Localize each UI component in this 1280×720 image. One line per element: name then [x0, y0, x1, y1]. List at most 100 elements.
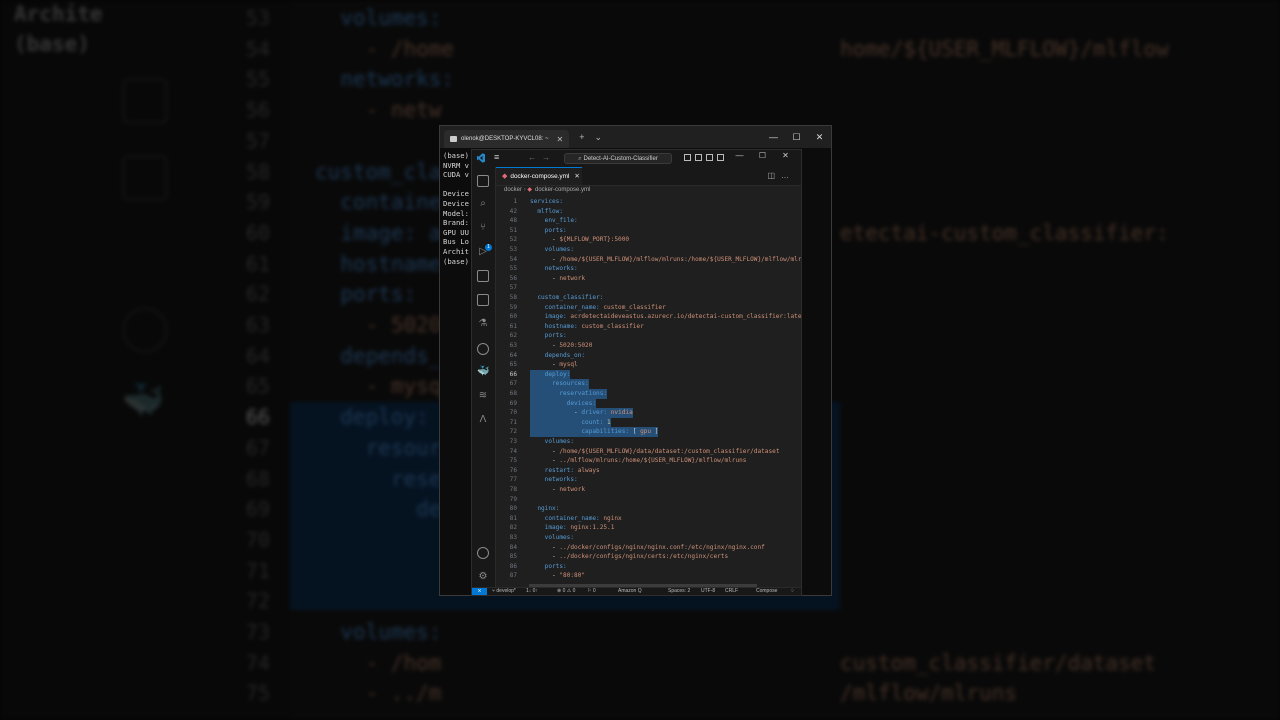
code-line[interactable]: 60 image: acrdetectaideveastus.azurecr.i… — [496, 312, 801, 322]
toggle-sidebar-icon[interactable] — [684, 154, 691, 161]
code-line[interactable]: 42 mlflow: — [496, 207, 801, 217]
back-arrow-icon[interactable]: ← — [528, 153, 536, 162]
sync-indicator[interactable]: 1↓ 0↑ — [526, 588, 538, 595]
code-line[interactable]: 52 - ${MLFLOW_PORT}:5000 — [496, 235, 801, 245]
code-text: services: — [530, 197, 563, 207]
code-token: - — [530, 236, 560, 244]
source-control-icon[interactable]: ⑂ — [477, 222, 489, 234]
notifications-bell-icon[interactable]: ♢ — [790, 588, 794, 595]
terminal-tab[interactable]: olenok@DESKTOP-KYVCL08: ~ ✕ — [444, 130, 570, 148]
code-line[interactable]: 72 capabilities: [ gpu ] — [496, 427, 801, 437]
docker-icon[interactable]: 🐳 — [477, 366, 489, 378]
testing-flask-icon[interactable]: ⚗ — [477, 318, 489, 330]
breadcrumb-file[interactable]: docker-compose.yml — [535, 187, 590, 193]
code-line[interactable]: 54 - /home/${USER_MLFLOW}/mlflow/mlruns:… — [496, 255, 801, 265]
code-line[interactable]: 66 deploy: — [496, 369, 801, 380]
code-line[interactable]: 53 volumes: — [496, 245, 801, 255]
code-token: ports: — [530, 332, 567, 340]
code-line[interactable]: 51 ports: — [496, 226, 801, 236]
editor-actions[interactable]: ◫… — [767, 171, 795, 180]
code-line[interactable]: 77 networks: — [496, 475, 801, 485]
code-line[interactable]: 56 - network — [496, 274, 801, 284]
code-line[interactable]: 65 - mysql — [496, 360, 801, 370]
code-line[interactable]: 75 - ../mlflow/mlruns:/home/${USER_MLFLO… — [496, 456, 801, 466]
code-line[interactable]: 81 container_name: nginx — [496, 514, 801, 524]
toggle-panel-icon[interactable] — [695, 154, 702, 161]
problems-indicator[interactable]: ⊗ 0 ⚠ 0 — [557, 588, 575, 595]
code-line[interactable]: 1 services: — [496, 197, 801, 207]
code-line[interactable]: 76 restart: always — [496, 466, 801, 476]
close-button[interactable]: ✕ — [808, 132, 831, 143]
ports-indicator[interactable]: ⚐ 0 — [587, 588, 596, 595]
code-line[interactable]: 68 reservations: — [496, 389, 801, 399]
settings-gear-icon[interactable]: ⚙ — [477, 571, 489, 583]
code-line[interactable]: 85 - ../docker/configs/nginx/certs:/etc/… — [496, 552, 801, 562]
line-number: 56 — [509, 274, 517, 282]
code-line[interactable]: 58 custom_classifier: — [496, 293, 801, 303]
minimize-button[interactable]: — — [728, 151, 751, 160]
code-line[interactable]: 82 image: nginx:1.25.1 — [496, 523, 801, 533]
code-line[interactable]: 48 env_file: — [496, 216, 801, 226]
forward-arrow-icon[interactable]: → — [542, 153, 550, 162]
branch-indicator[interactable]: ⑂ develop* — [492, 588, 516, 595]
close-icon[interactable]: ✕ — [574, 173, 579, 180]
code-line[interactable]: 87 - "80:80" — [496, 571, 801, 581]
code-line[interactable]: 55 networks: — [496, 264, 801, 274]
code-line[interactable]: 78 - network — [496, 485, 801, 495]
close-button[interactable]: ✕ — [774, 151, 797, 160]
line-number: 58 — [509, 294, 517, 301]
code-line[interactable]: 59 container_name: custom_classifier — [496, 303, 801, 313]
code-line[interactable]: 83 volumes: — [496, 533, 801, 543]
encoding-indicator[interactable]: UTF-8 — [701, 588, 715, 595]
account-icon[interactable] — [477, 547, 489, 559]
azure-icon[interactable]: Λ — [477, 414, 489, 426]
gitlens-icon[interactable] — [477, 343, 489, 355]
code-line[interactable]: 61 hostname: custom_classifier — [496, 322, 801, 332]
explorer-icon[interactable] — [477, 175, 489, 187]
code-line[interactable]: 79 — [496, 495, 801, 505]
chevron-down-icon[interactable]: ⌄ — [595, 132, 603, 143]
breadcrumb[interactable]: docker › ◆ docker-compose.yml — [504, 186, 590, 193]
close-icon[interactable]: ✕ — [557, 135, 564, 144]
code-line[interactable]: 69 devices: — [496, 398, 801, 409]
code-token: driver: — [581, 409, 611, 417]
code-line[interactable]: 63 - 5020:5020 — [496, 341, 801, 351]
code-line[interactable]: 74 - /home/${USER_MLFLOW}/data/dataset:/… — [496, 447, 801, 457]
extensions-icon[interactable] — [477, 270, 489, 282]
code-line[interactable]: 71 count: 1 — [496, 417, 801, 428]
amazon-q-indicator[interactable]: Amazon Q — [618, 588, 642, 595]
terminal-output[interactable]: (base) NVRM v CUDA v Device Device Model: Bra… — [443, 151, 473, 266]
new-tab-icon[interactable]: + — [579, 132, 584, 142]
maximize-button[interactable]: ☐ — [785, 132, 808, 143]
code-line[interactable]: 67 resources: — [496, 379, 801, 389]
breadcrumb-folder[interactable]: docker — [504, 187, 522, 193]
hamburger-menu-icon[interactable]: ≡ — [494, 152, 499, 162]
maximize-button[interactable]: ☐ — [751, 151, 774, 160]
line-number: 60 — [509, 313, 517, 321]
indentation-indicator[interactable]: Spaces: 2 — [668, 588, 690, 595]
code-line[interactable]: 62 ports: — [496, 331, 801, 341]
code-line[interactable]: 86 ports: — [496, 562, 801, 572]
remote-indicator[interactable]: ⨯ — [472, 588, 487, 595]
layers-icon[interactable]: ≋ — [477, 390, 489, 402]
search-icon[interactable]: ⌕ — [477, 198, 489, 210]
docker-file-icon: ◆ — [527, 187, 532, 193]
eol-indicator[interactable]: CRLF — [725, 588, 738, 595]
code-line[interactable]: 73 volumes: — [496, 437, 801, 447]
line-number: 51 — [509, 226, 517, 234]
customize-layout-icon[interactable] — [717, 154, 724, 161]
tab-docker-compose[interactable]: ◆ docker-compose.yml ✕ — [496, 167, 582, 185]
toggle-secondary-sidebar-icon[interactable] — [706, 154, 713, 161]
terminal-line: NVRM v — [443, 160, 469, 170]
run-debug-icon[interactable]: ▷ — [477, 246, 489, 258]
code-line[interactable]: 84 - ../docker/configs/nginx/nginx.conf:… — [496, 543, 801, 553]
code-line[interactable]: 64 depends_on: — [496, 351, 801, 361]
command-center-search[interactable]: ⌕ Detect-AI-Custom-Classifier — [564, 153, 672, 164]
code-line[interactable]: 57 — [496, 283, 801, 293]
code-line[interactable]: 70 - driver: nvidia — [496, 408, 801, 418]
code-line[interactable]: 80 nginx: — [496, 504, 801, 514]
minimize-button[interactable]: — — [762, 132, 785, 143]
remote-explorer-icon[interactable] — [477, 294, 489, 306]
code-editor[interactable]: 1 services: 42 mlflow: 48 env_file: 51 ports… — [496, 195, 801, 590]
language-mode-indicator[interactable]: Compose — [756, 588, 777, 595]
